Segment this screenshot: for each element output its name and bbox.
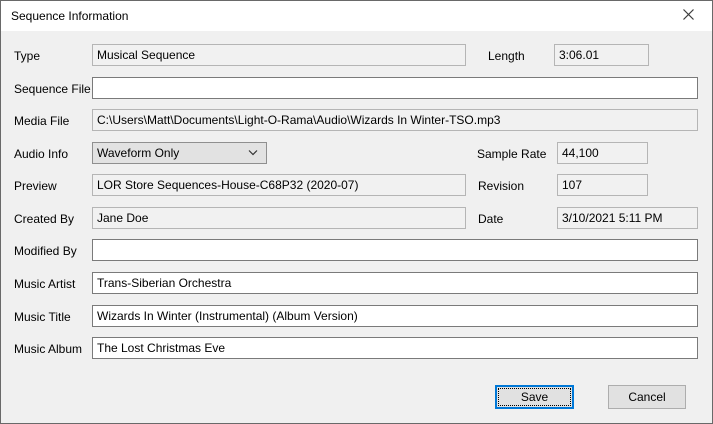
close-icon — [682, 9, 694, 23]
music-title-label: Music Title — [14, 310, 71, 324]
audio-info-selected-value: Waveform Only — [97, 146, 180, 160]
music-title-field[interactable] — [92, 305, 698, 327]
sample-rate-field — [557, 142, 648, 164]
title-bar: Sequence Information — [1, 1, 712, 31]
modified-by-field[interactable] — [92, 239, 698, 261]
date-field — [557, 207, 698, 229]
cancel-button[interactable]: Cancel — [608, 385, 686, 409]
music-album-field[interactable] — [92, 337, 698, 359]
sequence-file-field[interactable] — [92, 77, 698, 99]
type-label: Type — [14, 49, 41, 63]
sample-rate-label: Sample Rate — [477, 147, 547, 161]
music-artist-field[interactable] — [92, 272, 698, 294]
revision-label: Revision — [478, 179, 525, 193]
preview-label: Preview — [14, 179, 57, 193]
close-button[interactable] — [666, 1, 710, 31]
length-label: Length — [488, 49, 525, 63]
audio-info-label: Audio Info — [14, 147, 69, 161]
save-button[interactable]: Save — [495, 385, 574, 409]
audio-info-dropdown[interactable]: Waveform Only — [92, 142, 267, 164]
music-album-label: Music Album — [14, 342, 83, 356]
modified-by-label: Modified By — [14, 244, 77, 258]
preview-field — [92, 174, 466, 196]
media-file-field — [92, 109, 698, 131]
revision-field — [557, 174, 648, 196]
created-by-label: Created By — [14, 212, 75, 226]
sequence-information-dialog: Sequence Information Type Length Sequenc… — [0, 0, 713, 424]
type-field — [92, 44, 466, 66]
date-label: Date — [478, 212, 504, 226]
created-by-field — [92, 207, 466, 229]
chevron-down-icon — [248, 150, 258, 156]
sequence-file-label: Sequence File — [14, 82, 91, 96]
window-title: Sequence Information — [11, 9, 129, 23]
media-file-label: Media File — [14, 114, 70, 128]
music-artist-label: Music Artist — [14, 277, 76, 291]
length-field — [554, 44, 649, 66]
